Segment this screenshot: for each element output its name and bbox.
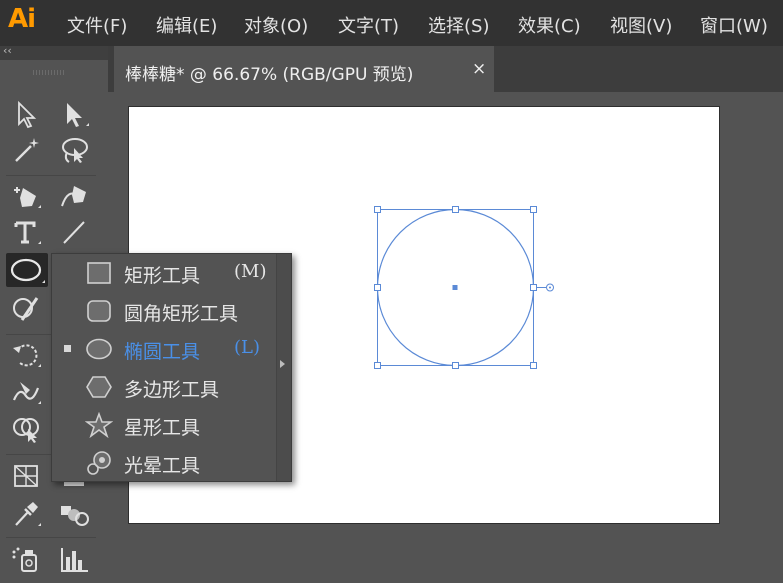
flyout-shortcut: (M) — [234, 261, 267, 282]
tearoff-bar[interactable] — [276, 254, 291, 481]
star-icon — [84, 411, 114, 439]
flare-icon — [85, 450, 113, 476]
flyout-shortcut: (L) — [234, 337, 260, 358]
flyout-item-rectangle[interactable]: 矩形工具 (M) — [52, 254, 276, 292]
flyout-item-rounded-rectangle[interactable]: 圆角矩形工具 — [52, 292, 276, 330]
flyout-label: 星形工具 — [124, 417, 201, 439]
active-tool-bullet — [64, 345, 71, 352]
flyout-label: 椭圆工具 — [124, 341, 201, 363]
rectangle-icon — [85, 260, 113, 286]
flyout-item-polygon[interactable]: 多边形工具 — [52, 368, 276, 406]
flyout-item-ellipse[interactable]: 椭圆工具 (L) — [52, 330, 276, 368]
polygon-icon — [85, 374, 113, 400]
shape-tools-flyout: 矩形工具 (M) 圆角矩形工具 椭圆工具 (L) 多边形工具 星形工具 光晕工具 — [51, 253, 292, 482]
tearoff-arrow-icon — [280, 360, 285, 368]
flyout-item-flare[interactable]: 光晕工具 — [52, 444, 276, 482]
ellipse-icon — [85, 336, 113, 362]
flyout-label: 圆角矩形工具 — [124, 303, 239, 325]
flyout-label: 矩形工具 — [124, 265, 201, 287]
rounded-rectangle-icon — [85, 298, 113, 324]
flyout-item-star[interactable]: 星形工具 — [52, 406, 276, 444]
flyout-label: 光晕工具 — [124, 455, 201, 477]
flyout-label: 多边形工具 — [124, 379, 220, 401]
center-point — [452, 285, 458, 290]
